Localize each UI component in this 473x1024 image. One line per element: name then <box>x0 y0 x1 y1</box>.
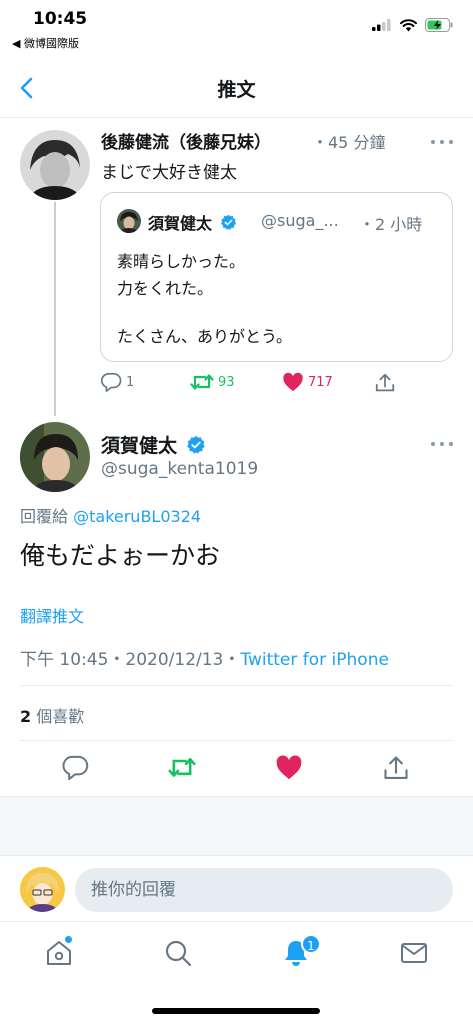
quoted-text-line: 力をくれた。 <box>117 279 214 298</box>
quoted-author-handle: @suga_... <box>261 211 339 230</box>
verified-badge-icon <box>186 435 205 454</box>
main-author-name[interactable]: 須賀健太 <box>101 431 206 458</box>
main-more-icon[interactable] <box>431 440 453 448</box>
status-icons <box>372 18 453 32</box>
reply-icon <box>100 373 122 392</box>
back-to-app-link[interactable]: ◀ 微博國際版 <box>12 35 79 51</box>
tweet-source-link[interactable]: Twitter for iPhone <box>240 650 389 670</box>
share-action[interactable] <box>374 372 396 394</box>
share-icon <box>375 373 395 392</box>
battery-charging-icon <box>425 18 453 32</box>
divider <box>20 685 453 686</box>
tweet-timestamp: 下午 10:45・2020/12/13・ <box>20 650 241 670</box>
main-author-handle[interactable]: @suga_kenta1019 <box>101 459 258 479</box>
quoted-author-name-text: 須賀健太 <box>148 214 213 233</box>
notification-badge: 1 <box>301 934 321 954</box>
tweet-meta: 下午 10:45・2020/12/13・Twitter for iPhone <box>20 645 389 670</box>
verified-badge-icon <box>220 214 236 230</box>
share-icon[interactable] <box>382 754 410 782</box>
quoted-author-avatar <box>117 209 141 233</box>
reply-composer: 推你的回覆 <box>0 856 473 922</box>
home-indicator[interactable] <box>152 1008 320 1014</box>
retweet-icon <box>190 374 214 390</box>
quoted-tweet-time: ・2 小時 <box>359 215 423 234</box>
parent-author-name[interactable]: 後藤健流（後藤兄妹） <box>101 128 271 153</box>
parent-tweet-actions: 1 93 717 <box>100 372 400 396</box>
divider <box>20 740 453 741</box>
parent-tweet-text: まじで大好き健太 <box>101 163 237 183</box>
likes-count: 2 <box>20 707 32 726</box>
reply-action[interactable]: 1 <box>100 372 134 392</box>
likes-label: 個喜歡 <box>31 707 85 726</box>
retweet-count: 93 <box>218 374 235 390</box>
retweet-action[interactable]: 93 <box>190 372 235 392</box>
quoted-author-name: 須賀健太 <box>148 210 237 234</box>
reply-to-handle-link[interactable]: @takeruBL0324 <box>73 507 201 526</box>
heart-icon[interactable] <box>275 754 303 782</box>
parent-author-avatar[interactable] <box>20 130 90 200</box>
empty-replies-area <box>0 796 473 856</box>
reply-count: 1 <box>126 374 135 390</box>
translate-tweet-link[interactable]: 翻譯推文 <box>20 603 84 627</box>
retweet-icon[interactable] <box>168 754 196 782</box>
quoted-tweet[interactable]: 須賀健太 @suga_... ・2 小時 素晴らしかった。 力をくれた。 たくさ… <box>100 192 453 362</box>
home-new-content-dot <box>65 936 72 943</box>
reply-prefix: 回覆給 <box>20 507 69 526</box>
like-count: 717 <box>308 374 333 390</box>
main-author-name-text: 須賀健太 <box>101 435 178 457</box>
wifi-icon <box>400 18 417 31</box>
status-time: 10:45 <box>33 9 88 29</box>
main-tweet-text: 俺もだよぉーかお <box>20 541 221 570</box>
heart-icon <box>283 372 303 392</box>
mail-icon[interactable] <box>399 938 429 968</box>
main-tweet-actions <box>0 752 473 786</box>
cellular-signal-icon <box>372 19 391 31</box>
search-icon[interactable] <box>163 938 193 968</box>
reply-input[interactable]: 推你的回覆 <box>75 868 453 912</box>
status-bar: 10:45 ◀ 微博國際版 <box>0 0 473 58</box>
my-avatar[interactable] <box>20 867 65 912</box>
quoted-text-line: 素晴らしかった。 <box>117 252 246 271</box>
main-author-avatar[interactable] <box>20 422 90 492</box>
parent-tweet-time: ・45 分鐘 <box>312 133 386 152</box>
nav-bar: 推文 <box>0 58 473 118</box>
thread-connector <box>54 202 56 416</box>
likes-summary[interactable]: 2 個喜歡 <box>20 703 84 727</box>
reply-icon[interactable] <box>61 754 89 782</box>
like-action[interactable]: 717 <box>282 372 333 392</box>
page-title: 推文 <box>217 79 256 101</box>
tab-bar <box>0 922 473 992</box>
quoted-text-line: たくさん、ありがとう。 <box>117 327 293 346</box>
replying-to: 回覆給 @takeruBL0324 <box>20 503 201 527</box>
parent-more-icon[interactable] <box>431 138 453 146</box>
